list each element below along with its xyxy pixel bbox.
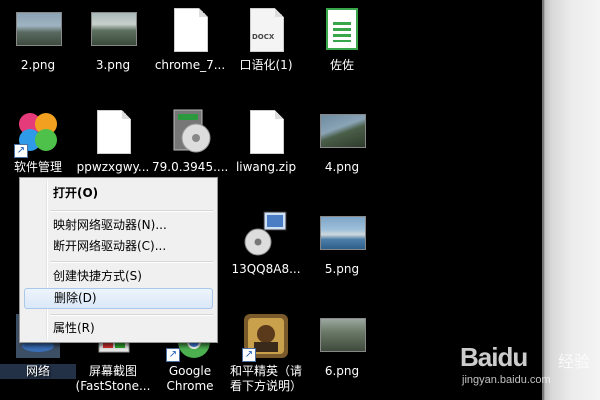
menu-item-create-shortcut[interactable]: 创建快捷方式(S) (24, 266, 213, 287)
icon-label: 79.0.3945.... (152, 160, 228, 174)
desktop-icon-ppwzxgwy[interactable]: ppwzxgwy... (75, 108, 151, 175)
menu-separator (50, 210, 213, 212)
desktop-icon-13qq8a8[interactable]: 13QQ8A8... (228, 210, 304, 277)
desktop-icon-6-png[interactable]: 6.png (304, 312, 380, 379)
icon-label: 2.png (20, 58, 56, 72)
menu-item-map-network-drive[interactable]: 映射网络驱动器(N)... (24, 215, 213, 236)
spreadsheet-file-icon (318, 6, 366, 54)
blank-file-icon (89, 108, 137, 156)
icon-label: 和平精英（请看下方说明） (229, 364, 302, 393)
icon-label: 口语化(1) (239, 58, 293, 72)
desktop-icon-5-png[interactable]: 5.png (304, 210, 380, 277)
shortcut-arrow-icon: ↗ (242, 348, 256, 362)
image-file-icon (318, 108, 366, 156)
desktop-icon-peace-elite[interactable]: ↗ 和平精英（请看下方说明） (228, 312, 304, 394)
icon-label: ppwzxgwy... (76, 160, 150, 174)
icon-label: liwang.zip (235, 160, 297, 174)
icon-label: 网络 (0, 364, 76, 379)
image-file-icon (14, 6, 62, 54)
menu-separator (50, 261, 213, 263)
menu-item-disconnect-network-drive[interactable]: 断开网络驱动器(C)... (24, 236, 213, 257)
icon-label: chrome_7... (154, 58, 226, 72)
image-file-icon (89, 6, 137, 54)
baidu-watermark: Baidu 经验 jingyan.baidu.com (460, 338, 590, 393)
menu-item-properties[interactable]: 属性(R) (24, 318, 213, 339)
icon-label: 13QQ8A8... (231, 262, 301, 276)
watermark-brand-suffix: 经验 (558, 352, 591, 371)
menu-separator (50, 314, 213, 316)
shortcut-arrow-icon: ↗ (166, 348, 180, 362)
desktop-icon-zuozuo[interactable]: 佐佐 (304, 6, 380, 73)
desktop-icon-software-manager[interactable]: ↗ 软件管理 (0, 108, 76, 175)
icon-label: 6.png (324, 364, 360, 378)
desktop-icon-chrome-setup[interactable]: 79.0.3945.... (152, 108, 228, 175)
menu-item-delete[interactable]: 删除(D) (24, 288, 213, 309)
icon-label: 佐佐 (329, 58, 354, 72)
game-icon: ↗ (242, 312, 290, 362)
software-manager-icon: ↗ (14, 108, 62, 158)
image-file-icon (318, 312, 366, 360)
desktop-icon-liwang-zip[interactable]: liwang.zip (228, 108, 304, 175)
icon-label: 软件管理 (13, 160, 62, 174)
icon-label: 5.png (324, 262, 360, 276)
zip-file-icon (242, 108, 290, 156)
icon-label: 3.png (95, 58, 131, 72)
watermark-url: jingyan.baidu.com (462, 374, 551, 386)
desktop-icon-docx[interactable]: DOCX 口语化(1) (228, 6, 304, 73)
shortcut-arrow-icon: ↗ (14, 144, 28, 158)
docx-badge: DOCX (252, 33, 275, 41)
desktop-icon-2-png[interactable]: 2.png (0, 6, 76, 73)
watermark-brand: Baidu (460, 342, 528, 372)
installer-disc-icon (166, 108, 214, 156)
menu-gutter (46, 181, 48, 339)
icon-label: 4.png (324, 160, 360, 174)
desktop-icon-4-png[interactable]: 4.png (304, 108, 380, 175)
desktop-icon-3-png[interactable]: 3.png (75, 6, 151, 73)
menu-item-open[interactable]: 打开(O) (24, 183, 213, 204)
docx-file-icon: DOCX (242, 6, 290, 54)
installer-disc-icon (242, 210, 290, 258)
blank-file-icon (166, 6, 214, 54)
desktop-icon-chrome-installer[interactable]: chrome_7... (152, 6, 228, 73)
icon-label: 屏幕截图 (FastStone... (75, 364, 151, 393)
context-menu: 打开(O) 映射网络驱动器(N)... 断开网络驱动器(C)... 创建快捷方式… (19, 177, 218, 343)
icon-label: Google Chrome (166, 364, 214, 393)
image-file-icon (318, 210, 366, 258)
